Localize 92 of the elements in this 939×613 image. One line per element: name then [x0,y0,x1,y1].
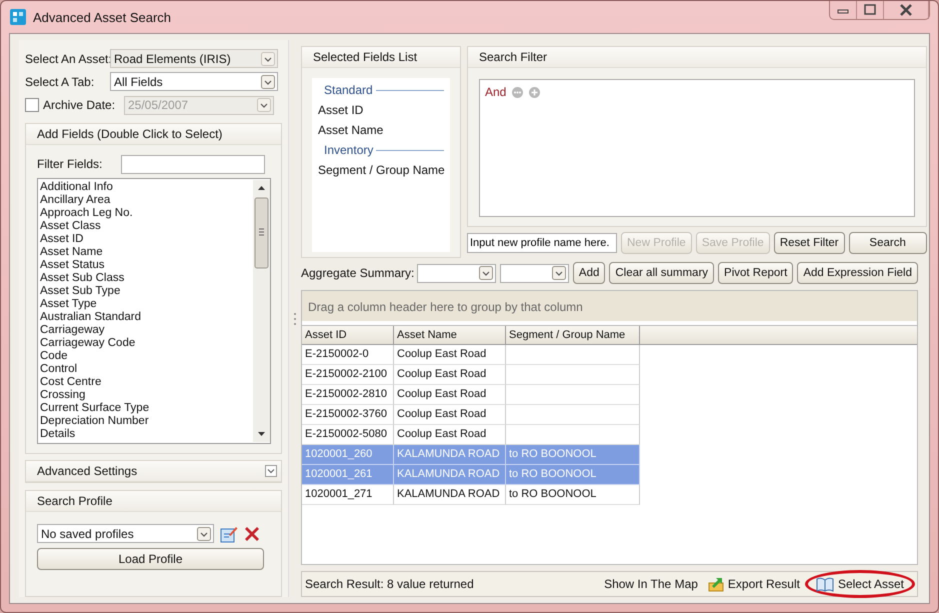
table-row[interactable]: E-2150002-3760 Coolup East Road [302,405,917,425]
scrollbar-icon[interactable] [253,178,270,443]
list-item[interactable]: Australian Standard [40,310,253,324]
table-cell: to RO BOONOOL [506,445,640,465]
table-cell: Coolup East Road [394,405,506,425]
list-item[interactable]: Asset Sub Type [40,284,253,298]
field-label: Select A Tab: [25,74,96,89]
group-header: Add Fields (Double Click to Select) [26,124,281,145]
table-cell: to RO BOONOOL [506,485,640,505]
list-item[interactable]: Asset Sub Class [40,272,253,285]
table-cell: to RO BOONOOL [506,465,640,485]
column-header[interactable]: Segment / Group Name [506,326,640,344]
list-item[interactable]: Asset Name [40,246,253,259]
table-cell: E-2150002-2100 [302,365,394,385]
list-item[interactable]: Approach Leg No. [40,206,253,220]
category-label: Standard [324,83,373,97]
table-cell: Coolup East Road [394,365,506,385]
toolbar-button[interactable]: Add [572,262,606,284]
expand-icon[interactable] [265,465,277,478]
column-header[interactable]: Asset Name [394,326,506,344]
edit-icon[interactable] [220,524,238,543]
load-profile-button[interactable]: Load Profile [37,548,264,570]
table-cell: E-2150002-2810 [302,385,394,405]
table-cell: E-2150002-0 [302,345,394,365]
profile-button[interactable]: Reset Filter [774,232,845,254]
list-item[interactable]: Asset Type [40,298,253,311]
table-cell: Coolup East Road [394,345,506,365]
group-by-hint: Drag a column header here to group by that column [302,291,917,321]
list-item[interactable]: Additional Info [40,180,253,194]
caret-icon[interactable] [197,526,211,541]
field-label: Aggregate Summary: [301,266,413,280]
dropdown[interactable] [500,264,569,282]
group-header: Search Filter [468,47,926,68]
column-header[interactable]: Asset ID [302,326,394,344]
caret-icon[interactable] [552,266,566,280]
delete-icon[interactable] [244,526,260,542]
table-row[interactable]: E-2150002-0 Coolup East Road [302,345,917,365]
list-item[interactable]: Crossing [40,388,253,402]
caret-icon[interactable] [261,74,275,89]
table-cell: 1020001_260 [302,445,394,465]
filter-field[interactable] [121,154,265,174]
list-item[interactable]: Code [40,350,253,363]
app-logo-icon[interactable] [10,9,26,25]
list-item[interactable]: Ancillary Area [40,194,253,207]
table-row[interactable]: E-2150002-2100 Coolup East Road [302,365,917,385]
table-cell: 1020001_261 [302,465,394,485]
table-cell: E-2150002-3760 [302,405,394,425]
toolbar-button[interactable]: Pivot Report [718,262,794,284]
caret-icon[interactable] [478,266,493,280]
toolbar-button[interactable]: Show In The Map [599,573,703,595]
list-item[interactable]: Control [40,362,253,376]
list-item[interactable]: Asset Class [40,220,253,233]
operator-link[interactable]: And [485,85,506,99]
list-item[interactable]: Details [40,428,253,441]
list-item[interactable]: Cost Centre [40,376,253,389]
field-label: Archive Date: [43,98,116,112]
dropdown[interactable] [417,264,496,282]
table-row[interactable]: E-2150002-2810 Coolup East Road [302,385,917,405]
field-label: Select An Asset: [25,52,110,66]
table-cell: 1020001_271 [302,485,394,505]
list-item[interactable]: Current Surface Type [40,402,253,415]
export-icon [708,576,724,592]
book-icon [816,576,834,592]
list-item[interactable]: Asset ID [40,232,253,246]
list-item[interactable]: Segment / Group Name [318,160,444,180]
toolbar-button[interactable]: Select Asset [804,570,915,598]
toolbar-button[interactable]: Clear all summary [609,262,714,284]
list-item[interactable]: Asset ID [318,100,444,120]
window-title: Advanced Asset Search [33,10,172,24]
dropdown[interactable]: No saved profiles [37,524,214,544]
group-header: Search Profile [26,491,281,512]
list-item[interactable]: Carriageway Code [40,336,253,350]
splitter-handle-icon[interactable] [292,312,298,326]
result-count: Search Result: 8 value returned [305,577,474,591]
toolbar-button[interactable]: Export Result [702,573,805,595]
table-cell: KALAMUNDA ROAD [394,465,506,485]
table-row[interactable]: 1020001_271 KALAMUNDA ROAD to RO BOONOOL [302,485,917,505]
list-item[interactable]: Asset Status [40,258,253,272]
profile-name-field[interactable]: Input new profile name here. [467,233,617,253]
profile-button[interactable]: Search [848,232,927,254]
list-item[interactable]: Asset Name [318,120,444,140]
group-header: Advanced Settings [37,463,138,480]
table-cell: KALAMUNDA ROAD [394,485,506,505]
list-item[interactable]: Depreciation Number [40,414,253,428]
list-item[interactable]: Carriageway [40,324,253,337]
category-label: Inventory [324,143,374,157]
field-label: Filter Fields: [37,157,104,172]
toolbar-button[interactable]: Add Expression Field [797,262,918,284]
group-header: Selected Fields List [302,47,460,68]
dropdown[interactable]: All Fields [110,72,278,92]
table-cell: Coolup East Road [394,385,506,405]
table-cell: KALAMUNDA ROAD [394,445,506,465]
